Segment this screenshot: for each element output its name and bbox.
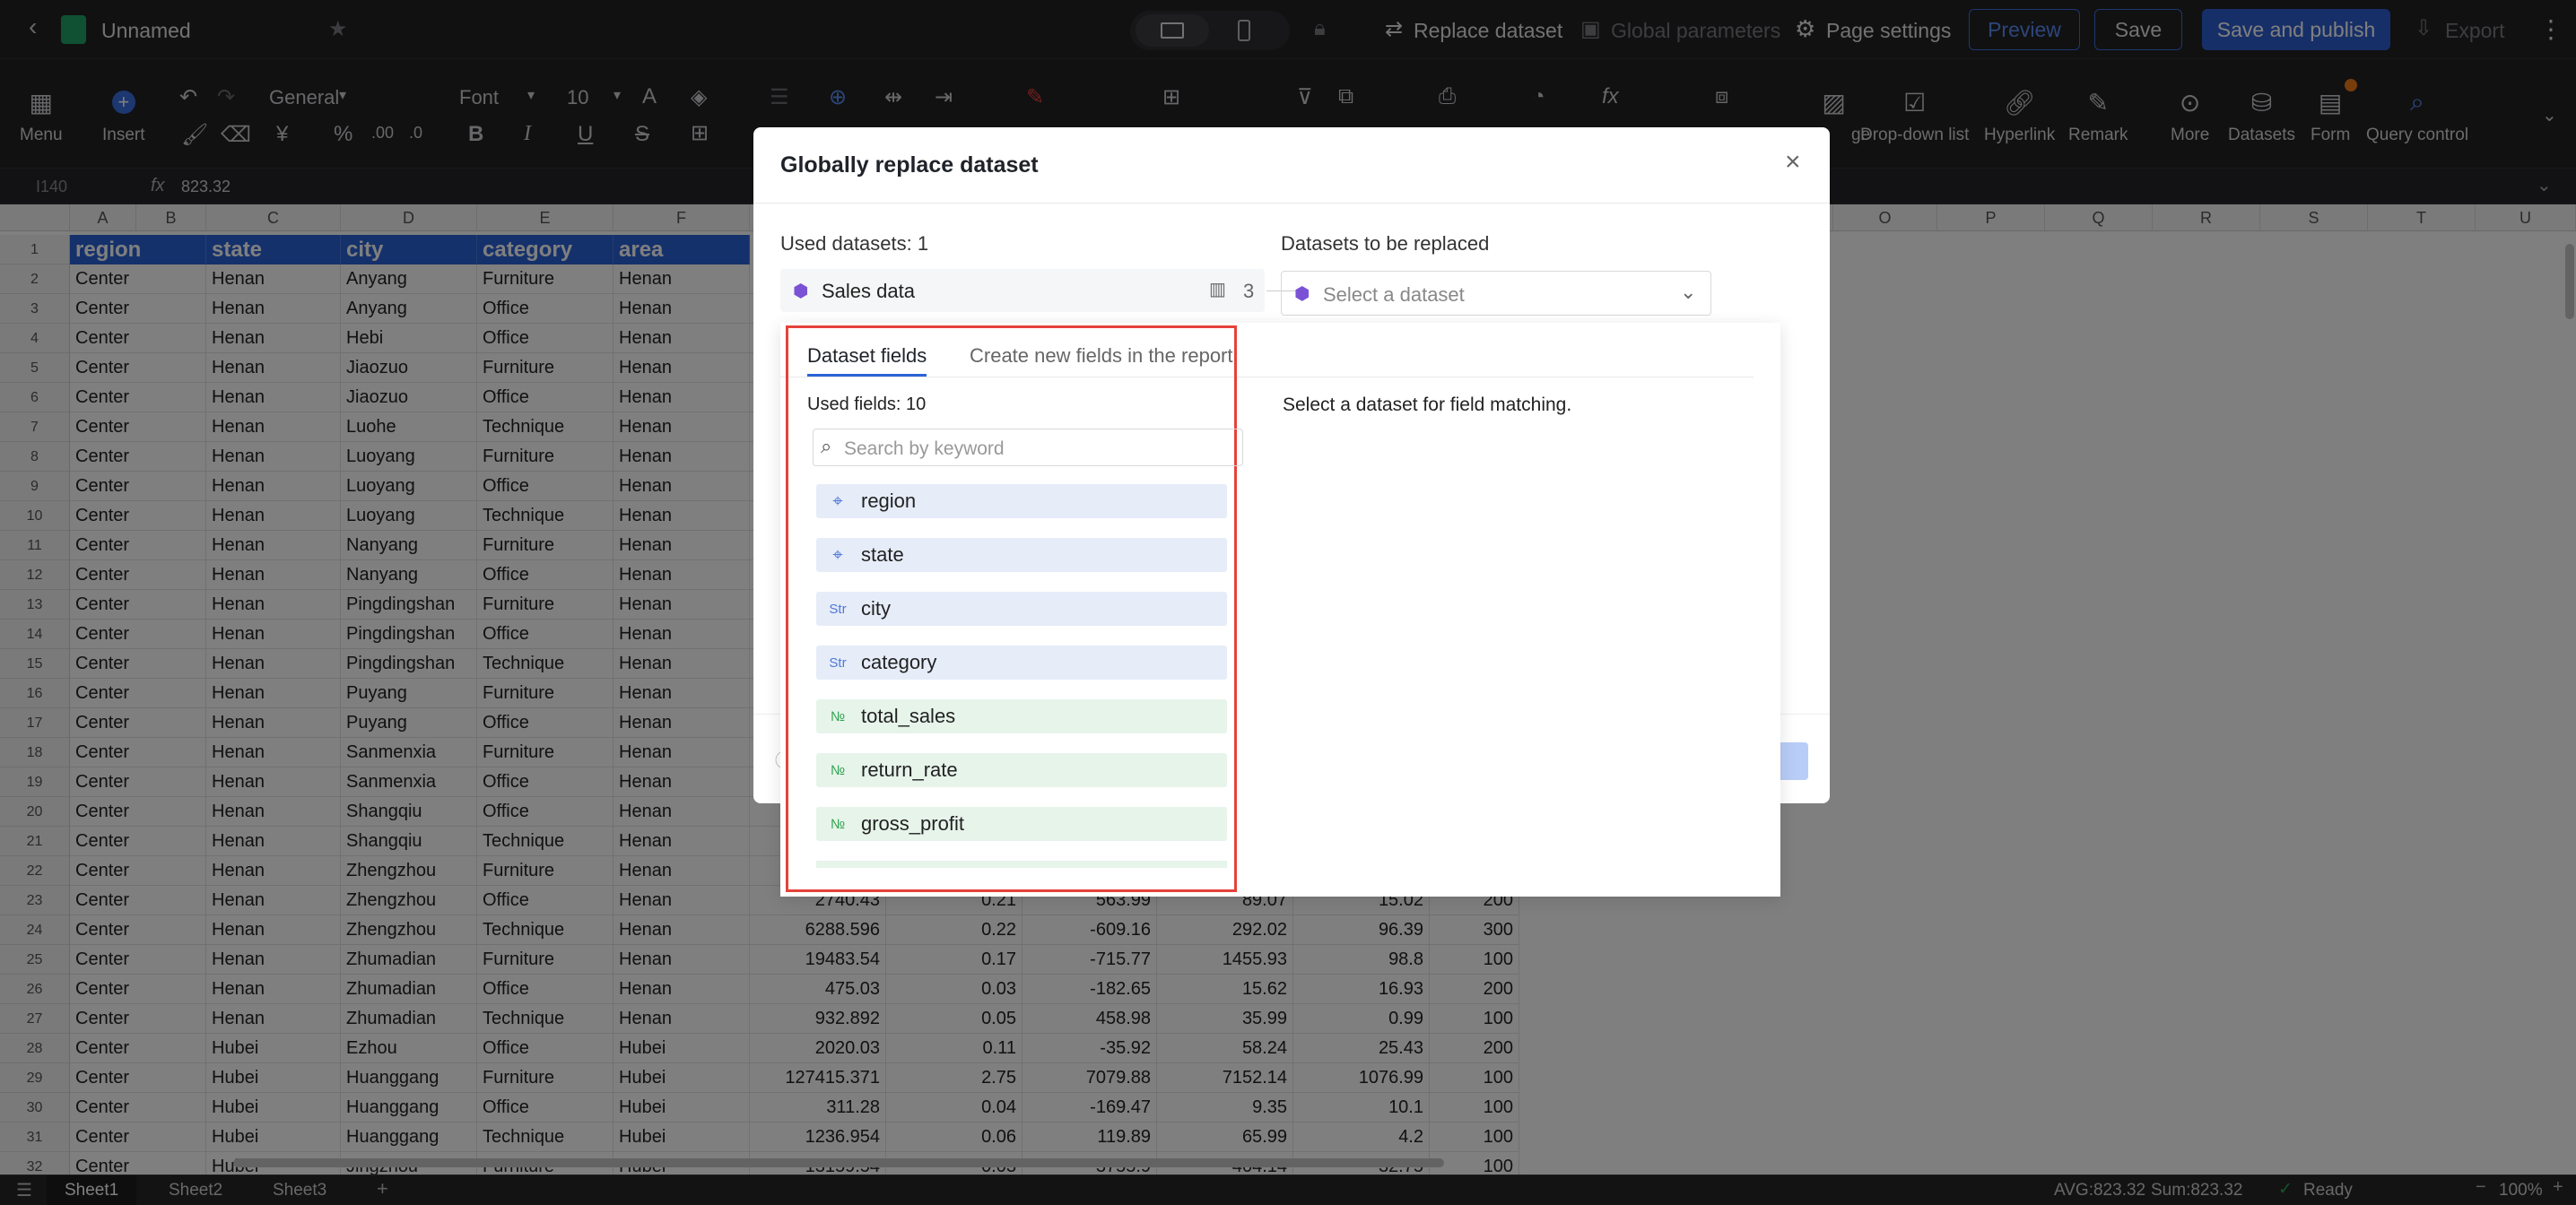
field-item[interactable]: № return_rate (816, 753, 1227, 787)
dataset-cube-icon: ⬢ (793, 282, 809, 301)
used-fields-count: Used fields: 10 (807, 394, 927, 414)
number-type-icon: № (830, 816, 846, 832)
string-type-icon: Str (829, 601, 847, 617)
chevron-down-icon: ⌄ (1680, 281, 1697, 303)
field-search-box[interactable]: ⌕ Search by keyword (813, 429, 1243, 466)
field-item[interactable]: ⌖ state (816, 538, 1227, 572)
to-replace-label: Datasets to be replaced (1281, 232, 1490, 255)
field-item[interactable]: № gross_profit (816, 807, 1227, 841)
location-pin-icon: ⌖ (832, 490, 843, 511)
dataset-usage-count: 3 (1243, 280, 1255, 302)
match-hint: Select a dataset for field matching. (1283, 394, 1572, 415)
active-tab-underline (807, 374, 927, 377)
location-pin-icon: ⌖ (832, 544, 843, 565)
bar-chart-icon: ▥ (1209, 280, 1226, 299)
used-datasets-label: Used datasets: 1 (780, 232, 929, 255)
title-divider (753, 203, 1830, 204)
field-item[interactable]: ⌖ region (816, 484, 1227, 518)
field-name: category (861, 651, 937, 673)
field-item[interactable]: № total_sales (816, 699, 1227, 733)
string-type-icon: Str (829, 655, 847, 671)
dialog-title: Globally replace dataset (780, 152, 1039, 178)
field-item[interactable]: Str city (816, 592, 1227, 626)
close-icon[interactable]: × (1785, 149, 1801, 176)
number-type-icon: № (830, 762, 846, 778)
number-type-icon: № (830, 708, 846, 724)
field-name: city (861, 597, 891, 620)
field-name: gross_profit (861, 812, 964, 835)
dataset-name: Sales data (822, 280, 915, 302)
search-input[interactable]: Search by keyword (844, 438, 1005, 460)
field-list-partial-row (816, 861, 1227, 868)
field-name: total_sales (861, 705, 956, 727)
select-dataset-dropdown[interactable]: ⬢ Select a dataset ⌄ (1281, 271, 1711, 316)
used-dataset-row[interactable]: ⬢ Sales data ▥ 3 (780, 269, 1265, 312)
field-name: state (861, 543, 904, 566)
field-name: region (861, 490, 917, 512)
tab-create-new-fields[interactable]: Create new fields in the report (970, 344, 1233, 368)
app-root: ‹ Unnamed ★ 🔒︎ ⇄ Replace dataset ▣ Globa… (0, 0, 2576, 1205)
tab-dataset-fields[interactable]: Dataset fields (807, 344, 927, 368)
field-name: return_rate (861, 759, 958, 781)
select-cube-icon: ⬢ (1294, 284, 1310, 304)
field-item[interactable]: Str category (816, 646, 1227, 680)
search-icon: ⌕ (821, 435, 832, 457)
select-placeholder: Select a dataset (1323, 283, 1465, 306)
